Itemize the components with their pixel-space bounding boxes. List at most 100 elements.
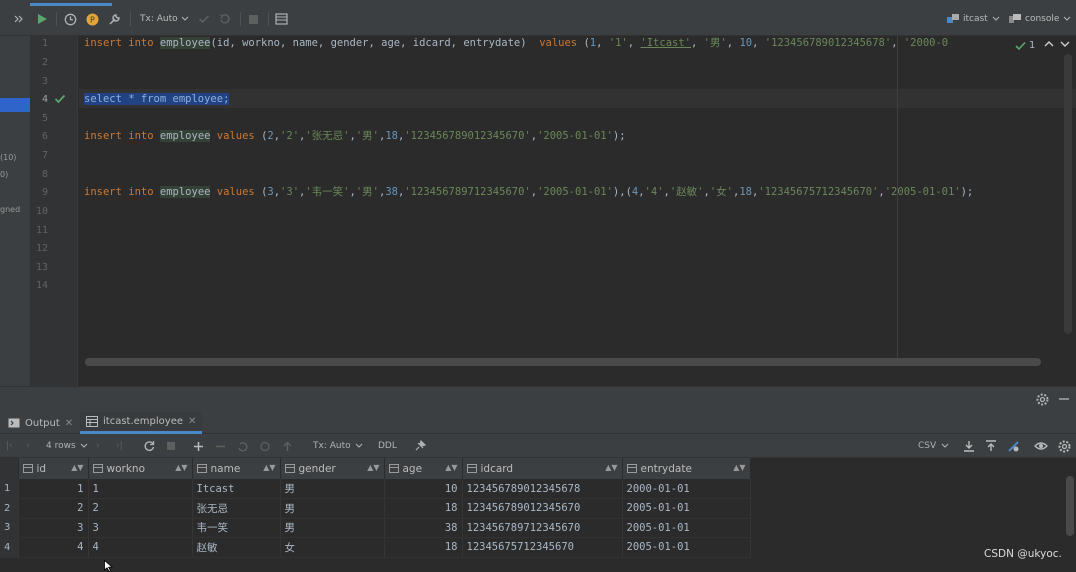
cell-entrydate[interactable]: 2005-01-01 <box>622 498 751 519</box>
result-grid[interactable]: id ▲▼ workno ▲▼ name ▲▼ gender ▲▼ age ▲▼ idca… <box>0 458 1076 572</box>
cell-age[interactable]: 18 <box>384 537 463 558</box>
settings-gear-icon[interactable] <box>1036 393 1049 409</box>
revert-all-icon[interactable] <box>259 439 271 453</box>
cell-id[interactable]: 4 <box>18 537 89 558</box>
cell-name[interactable]: 韦一笑 <box>192 518 281 538</box>
cell-gender[interactable]: 女 <box>280 537 385 558</box>
cell-id[interactable]: 1 <box>18 479 89 499</box>
cell-id[interactable]: 2 <box>18 498 89 519</box>
sort-icon[interactable]: ▲▼ <box>733 463 745 472</box>
pin-icon[interactable] <box>414 439 426 453</box>
download-icon[interactable] <box>963 439 975 453</box>
sort-icon[interactable]: ▲▼ <box>263 463 275 472</box>
cell-name[interactable]: 赵敏 <box>192 537 281 558</box>
revert-icon[interactable] <box>237 439 249 453</box>
next-highlight-icon[interactable] <box>1060 40 1070 48</box>
table-row[interactable]: 2 2 2 张无忌 男 18 123456789012345670 2005-0… <box>0 498 751 519</box>
cell-workno[interactable]: 2 <box>88 498 193 519</box>
sort-icon[interactable]: ▲▼ <box>367 463 379 472</box>
cell-id[interactable]: 3 <box>18 518 89 538</box>
ddl-button[interactable]: DDL <box>378 439 397 453</box>
cell-workno[interactable]: 4 <box>88 537 193 558</box>
cell-entrydate[interactable]: 2005-01-01 <box>622 518 751 538</box>
sort-icon[interactable]: ▲▼ <box>71 463 83 472</box>
tx-mode-dropdown[interactable]: Tx: Auto <box>140 11 189 27</box>
compare-icon[interactable] <box>1007 439 1020 453</box>
first-page-icon[interactable]: |‹ <box>6 439 13 453</box>
stop-icon[interactable] <box>248 11 259 27</box>
previous-highlight-icon[interactable] <box>1044 40 1054 48</box>
row-number[interactable]: 3 <box>0 518 19 538</box>
console-selector[interactable]: console <box>1009 11 1071 27</box>
column-header-entrydate[interactable]: entrydate ▲▼ <box>622 458 751 479</box>
delete-row-icon[interactable] <box>215 439 226 453</box>
grid-tx-dropdown[interactable]: Tx: Auto <box>313 439 363 453</box>
commit-icon[interactable] <box>198 11 210 27</box>
cell-name[interactable]: 张无忌 <box>192 498 281 519</box>
submit-icon[interactable] <box>282 439 293 453</box>
cell-entrydate[interactable]: 2005-01-01 <box>622 537 751 558</box>
rows-count-dropdown[interactable]: 4 rows <box>46 439 88 453</box>
column-header-idcard[interactable]: idcard ▲▼ <box>462 458 623 479</box>
cell-idcard[interactable]: 123456789012345678 <box>462 479 623 499</box>
upload-icon[interactable] <box>985 439 997 453</box>
cell-idcard[interactable]: 123456789012345670 <box>462 498 623 519</box>
table-row[interactable]: 3 3 3 韦一笑 男 38 123456789712345670 2005-0… <box>0 518 751 538</box>
rollback-icon[interactable] <box>219 11 231 27</box>
cell-age[interactable]: 38 <box>384 518 463 538</box>
next-page-icon[interactable]: › <box>96 439 100 453</box>
prev-page-icon[interactable]: ‹ <box>26 439 30 453</box>
grid-vertical-scrollbar[interactable] <box>1066 476 1074 536</box>
wrench-icon[interactable] <box>108 11 121 27</box>
cell-workno[interactable]: 1 <box>88 479 193 499</box>
cell-idcard[interactable]: 123456757123456​70 <box>462 537 623 558</box>
profile-icon[interactable]: P <box>86 11 99 27</box>
tab-itcast-employee[interactable]: itcast.employee ✕ <box>80 412 203 434</box>
refresh-icon[interactable] <box>143 439 155 453</box>
row-number[interactable]: 1 <box>0 479 19 499</box>
grid-settings-icon[interactable] <box>1058 439 1071 453</box>
inspection-widget[interactable]: 1 <box>1015 40 1035 51</box>
column-header-name[interactable]: name ▲▼ <box>192 458 281 479</box>
cell-entrydate[interactable]: 2000-01-01 <box>622 479 751 499</box>
cell-age[interactable]: 10 <box>384 479 463 499</box>
table-view-icon[interactable] <box>275 11 288 27</box>
tab-output[interactable]: Output ✕ <box>2 412 79 434</box>
column-header-workno[interactable]: workno ▲▼ <box>88 458 193 479</box>
sort-icon[interactable]: ▲▼ <box>605 463 617 472</box>
last-page-icon[interactable]: ›| <box>116 439 123 453</box>
cell-name[interactable]: Itcast <box>192 479 281 499</box>
sql-editor[interactable]: insert into employee(id, workno, name, g… <box>79 36 1076 386</box>
table-row[interactable]: 1 1 1 Itcast 男 10 123456789012345678 200… <box>0 479 751 499</box>
row-number[interactable]: 4 <box>0 537 19 558</box>
sort-icon[interactable]: ▲▼ <box>175 463 187 472</box>
add-row-icon[interactable] <box>193 439 204 453</box>
cell-gender[interactable]: 男 <box>280 518 385 538</box>
run-icon[interactable] <box>36 11 48 27</box>
close-icon[interactable]: ✕ <box>65 418 73 429</box>
table-row[interactable]: 4 4 4 赵敏 女 18 123456757123456​70 2005-01… <box>0 537 751 558</box>
cell-gender[interactable]: 男 <box>280 479 385 499</box>
export-format-dropdown[interactable]: CSV <box>918 439 949 453</box>
editor-vertical-scrollbar[interactable] <box>1064 54 1072 334</box>
column-header-id[interactable]: id ▲▼ <box>18 458 89 479</box>
close-icon[interactable]: ✕ <box>188 416 196 427</box>
explorer-selected-row[interactable] <box>0 98 30 112</box>
minimize-panel-icon[interactable] <box>1058 393 1070 408</box>
column-header-age[interactable]: age ▲▼ <box>384 458 463 479</box>
editor-horizontal-scrollbar[interactable] <box>85 358 1041 366</box>
row-number[interactable]: 2 <box>0 498 19 519</box>
explorer-fragment: (10) <box>0 153 17 162</box>
cell-idcard[interactable]: 123456789712345670 <box>462 518 623 538</box>
explorer-fragment: gned <box>0 205 21 214</box>
cell-gender[interactable]: 男 <box>280 498 385 519</box>
history-icon[interactable] <box>64 11 77 27</box>
stop-query-icon[interactable] <box>166 439 176 453</box>
expand-chevron-icon[interactable] <box>14 11 24 27</box>
column-header-gender[interactable]: gender ▲▼ <box>280 458 385 479</box>
sort-icon[interactable]: ▲▼ <box>445 463 457 472</box>
view-icon[interactable] <box>1034 439 1048 453</box>
cell-age[interactable]: 18 <box>384 498 463 519</box>
datasource-selector[interactable]: itcast <box>947 11 1000 27</box>
cell-workno[interactable]: 3 <box>88 518 193 538</box>
